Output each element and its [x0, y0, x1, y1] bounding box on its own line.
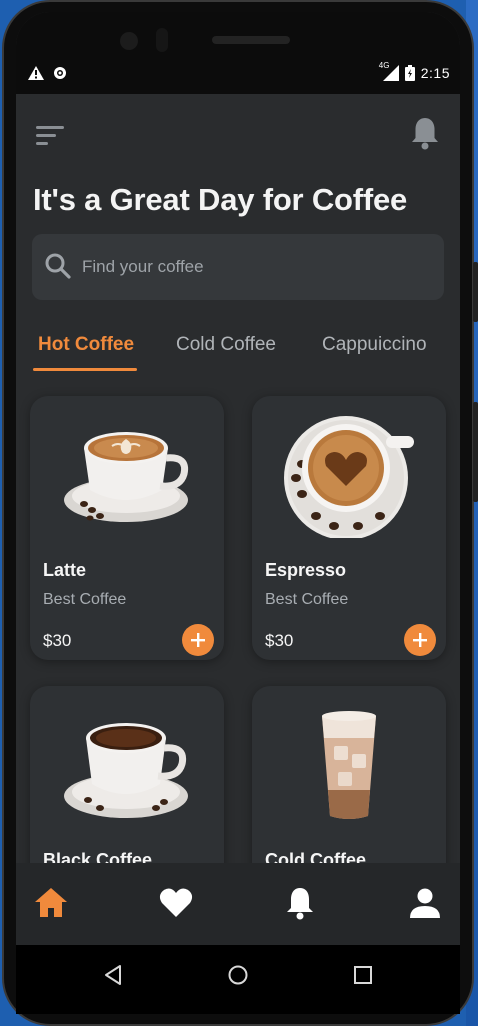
tab-hot-coffee[interactable]: Hot Coffee [38, 334, 134, 356]
latte-cup-image [64, 432, 189, 522]
status-time: 2:15 [420, 65, 450, 81]
system-navigation-bar [16, 945, 460, 1014]
search-icon [45, 253, 71, 279]
status-bar: 4G 2:15 [16, 12, 460, 94]
phone-frame: 4G 2:15 It's a Great Day for Coffee Find… [2, 0, 478, 1026]
signal-icon: 4G [379, 61, 399, 81]
bell-icon[interactable] [410, 116, 440, 150]
plus-icon [413, 633, 427, 647]
active-tab-indicator [33, 368, 137, 371]
battery-icon [404, 65, 415, 81]
coffee-app: It's a Great Day for Coffee Hot Coffee C… [16, 94, 460, 950]
warning-icon [28, 66, 44, 80]
bottom-navigation [16, 863, 460, 945]
status-left-icons [28, 66, 68, 80]
product-card-latte[interactable]: Latte Best Coffee $30 [30, 396, 224, 660]
product-name: Latte [43, 560, 87, 580]
debug-icon [54, 67, 66, 79]
add-to-cart-button[interactable] [404, 624, 436, 656]
sensor [156, 28, 168, 52]
product-subtitle: Best Coffee [265, 591, 349, 608]
phone-screen: 4G 2:15 It's a Great Day for Coffee Find… [16, 12, 460, 1014]
search-input[interactable] [82, 234, 432, 300]
power-button [473, 402, 478, 502]
status-right-icons: 4G 2:15 [379, 61, 450, 81]
menu-icon[interactable] [36, 124, 66, 148]
earpiece-speaker [212, 36, 290, 44]
heart-icon[interactable] [158, 885, 194, 921]
home-circle-icon[interactable] [226, 963, 250, 987]
product-card-espresso[interactable]: Espresso Best Coffee $30 [252, 396, 446, 660]
iced-coffee-glass-image [322, 711, 376, 819]
tab-cold-coffee[interactable]: Cold Coffee [176, 334, 276, 356]
bell-icon[interactable] [282, 885, 318, 921]
home-icon[interactable] [33, 885, 69, 921]
back-icon[interactable] [102, 963, 126, 987]
heart-latte-cup-image [284, 416, 414, 538]
search-bar[interactable] [32, 234, 444, 300]
product-subtitle: Best Coffee [43, 591, 127, 608]
tab-cappuccino[interactable]: Cappuiccino [322, 334, 427, 356]
add-to-cart-button[interactable] [182, 624, 214, 656]
product-price: $30 [265, 631, 294, 650]
volume-button [473, 262, 478, 322]
black-coffee-cup-image [64, 723, 188, 818]
plus-icon [191, 633, 205, 647]
page-title: It's a Great Day for Coffee [33, 182, 408, 217]
recents-icon[interactable] [351, 963, 375, 987]
product-price: $30 [43, 631, 72, 650]
profile-icon[interactable] [407, 885, 443, 921]
product-name: Espresso [265, 560, 347, 580]
front-camera [120, 32, 138, 50]
category-tabs: Hot Coffee Cold Coffee Cappuiccino [16, 334, 460, 384]
